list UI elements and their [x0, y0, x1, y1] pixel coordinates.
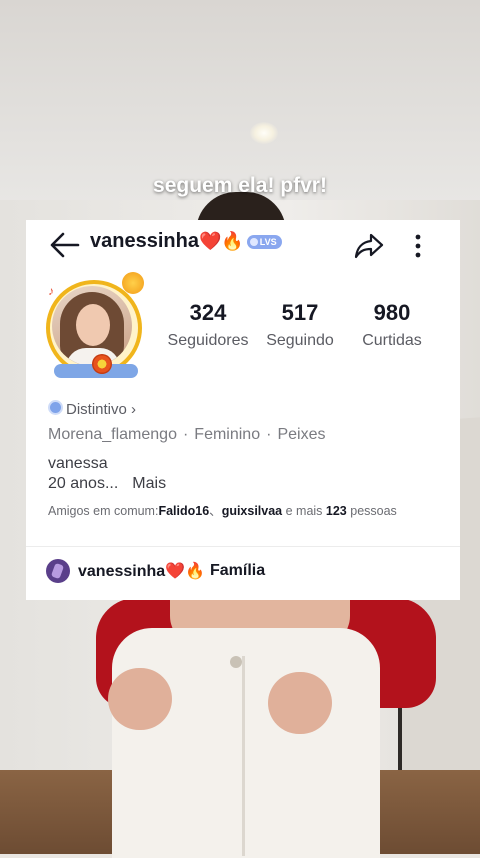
avatar[interactable]: ♪: [40, 272, 150, 382]
profile-top-bar: vanessinha❤️🔥 LVS: [26, 220, 460, 270]
right-hand: [268, 672, 332, 734]
meta-gender: Feminino: [194, 426, 261, 443]
video-caption: seguem ela! pfvr!: [153, 174, 327, 197]
stat-likes[interactable]: 980 Curtidas: [342, 300, 442, 350]
bio-line-1: vanessa: [48, 455, 108, 472]
meta-separator: ·: [182, 426, 189, 443]
profile-username: vanessinha❤️🔥 LVS: [90, 230, 282, 253]
arrow-left-icon[interactable]: [48, 230, 82, 260]
avatar-photo: [52, 286, 132, 366]
meta-team: Morena_flamengo: [48, 426, 177, 443]
badge-icon: [48, 400, 63, 415]
family-group-icon: [46, 559, 70, 583]
likes-label: Curtidas: [362, 332, 422, 349]
bio-text: 20 anos...: [48, 475, 119, 492]
family-name: vanessinha❤️🔥: [78, 563, 205, 580]
username-text: vanessinha: [90, 230, 199, 252]
following-label: Seguindo: [266, 332, 334, 349]
share-arrow-icon[interactable]: [354, 232, 384, 260]
followers-label: Seguidores: [167, 332, 249, 349]
following-count: 517: [281, 300, 319, 325]
ceiling-lamp: [250, 122, 278, 144]
profile-card: vanessinha❤️🔥 LVS ♪ 324 Seguidores 517 Se…: [26, 220, 460, 600]
bio-more-link[interactable]: Mais: [132, 475, 166, 492]
left-hand: [108, 668, 172, 730]
friend-separator: 、: [209, 504, 222, 518]
music-note-icon: ♪: [48, 284, 54, 298]
friend-name: Falido16: [158, 504, 210, 518]
username-emojis: ❤️🔥: [198, 231, 244, 251]
pants-button: [230, 656, 242, 668]
likes-count: 980: [373, 300, 411, 325]
flower-icon: [92, 354, 112, 374]
family-row[interactable]: vanessinha❤️🔥 Família: [46, 558, 265, 584]
friends-and-more: e mais: [282, 504, 326, 518]
badge-link[interactable]: Distintivo ›: [48, 400, 136, 418]
meta-sign: Peixes: [277, 426, 326, 443]
gem-icon: [249, 237, 258, 246]
friend-name: guixsilvaa: [221, 504, 283, 518]
friends-prefix: Amigos em comum:: [48, 504, 159, 518]
stat-following[interactable]: 517 Seguindo: [250, 300, 350, 350]
meta-separator: ·: [266, 426, 272, 443]
more-vertical-icon[interactable]: [412, 232, 424, 260]
stat-followers[interactable]: 324 Seguidores: [158, 300, 258, 350]
friends-suffix: pessoas: [346, 504, 397, 518]
family-label: Família: [210, 562, 266, 579]
white-pants: [112, 628, 380, 858]
sun-icon: [122, 272, 144, 294]
level-badge-text: LVS: [259, 236, 277, 247]
followers-count: 324: [189, 300, 227, 325]
divider: [26, 546, 460, 547]
profile-meta: Morena_flamengo · Feminino · Peixes: [48, 426, 325, 444]
friends-count: 123: [325, 504, 347, 518]
bio-line-2: 20 anos... Mais: [48, 475, 166, 493]
mutual-friends[interactable]: Amigos em comum:Falido16、guixsilvaa e ma…: [48, 502, 408, 520]
pants-seam: [242, 656, 245, 856]
level-badge: LVS: [246, 234, 282, 249]
chevron-right-icon: ›: [131, 401, 137, 418]
badge-label: Distintivo: [66, 401, 127, 418]
